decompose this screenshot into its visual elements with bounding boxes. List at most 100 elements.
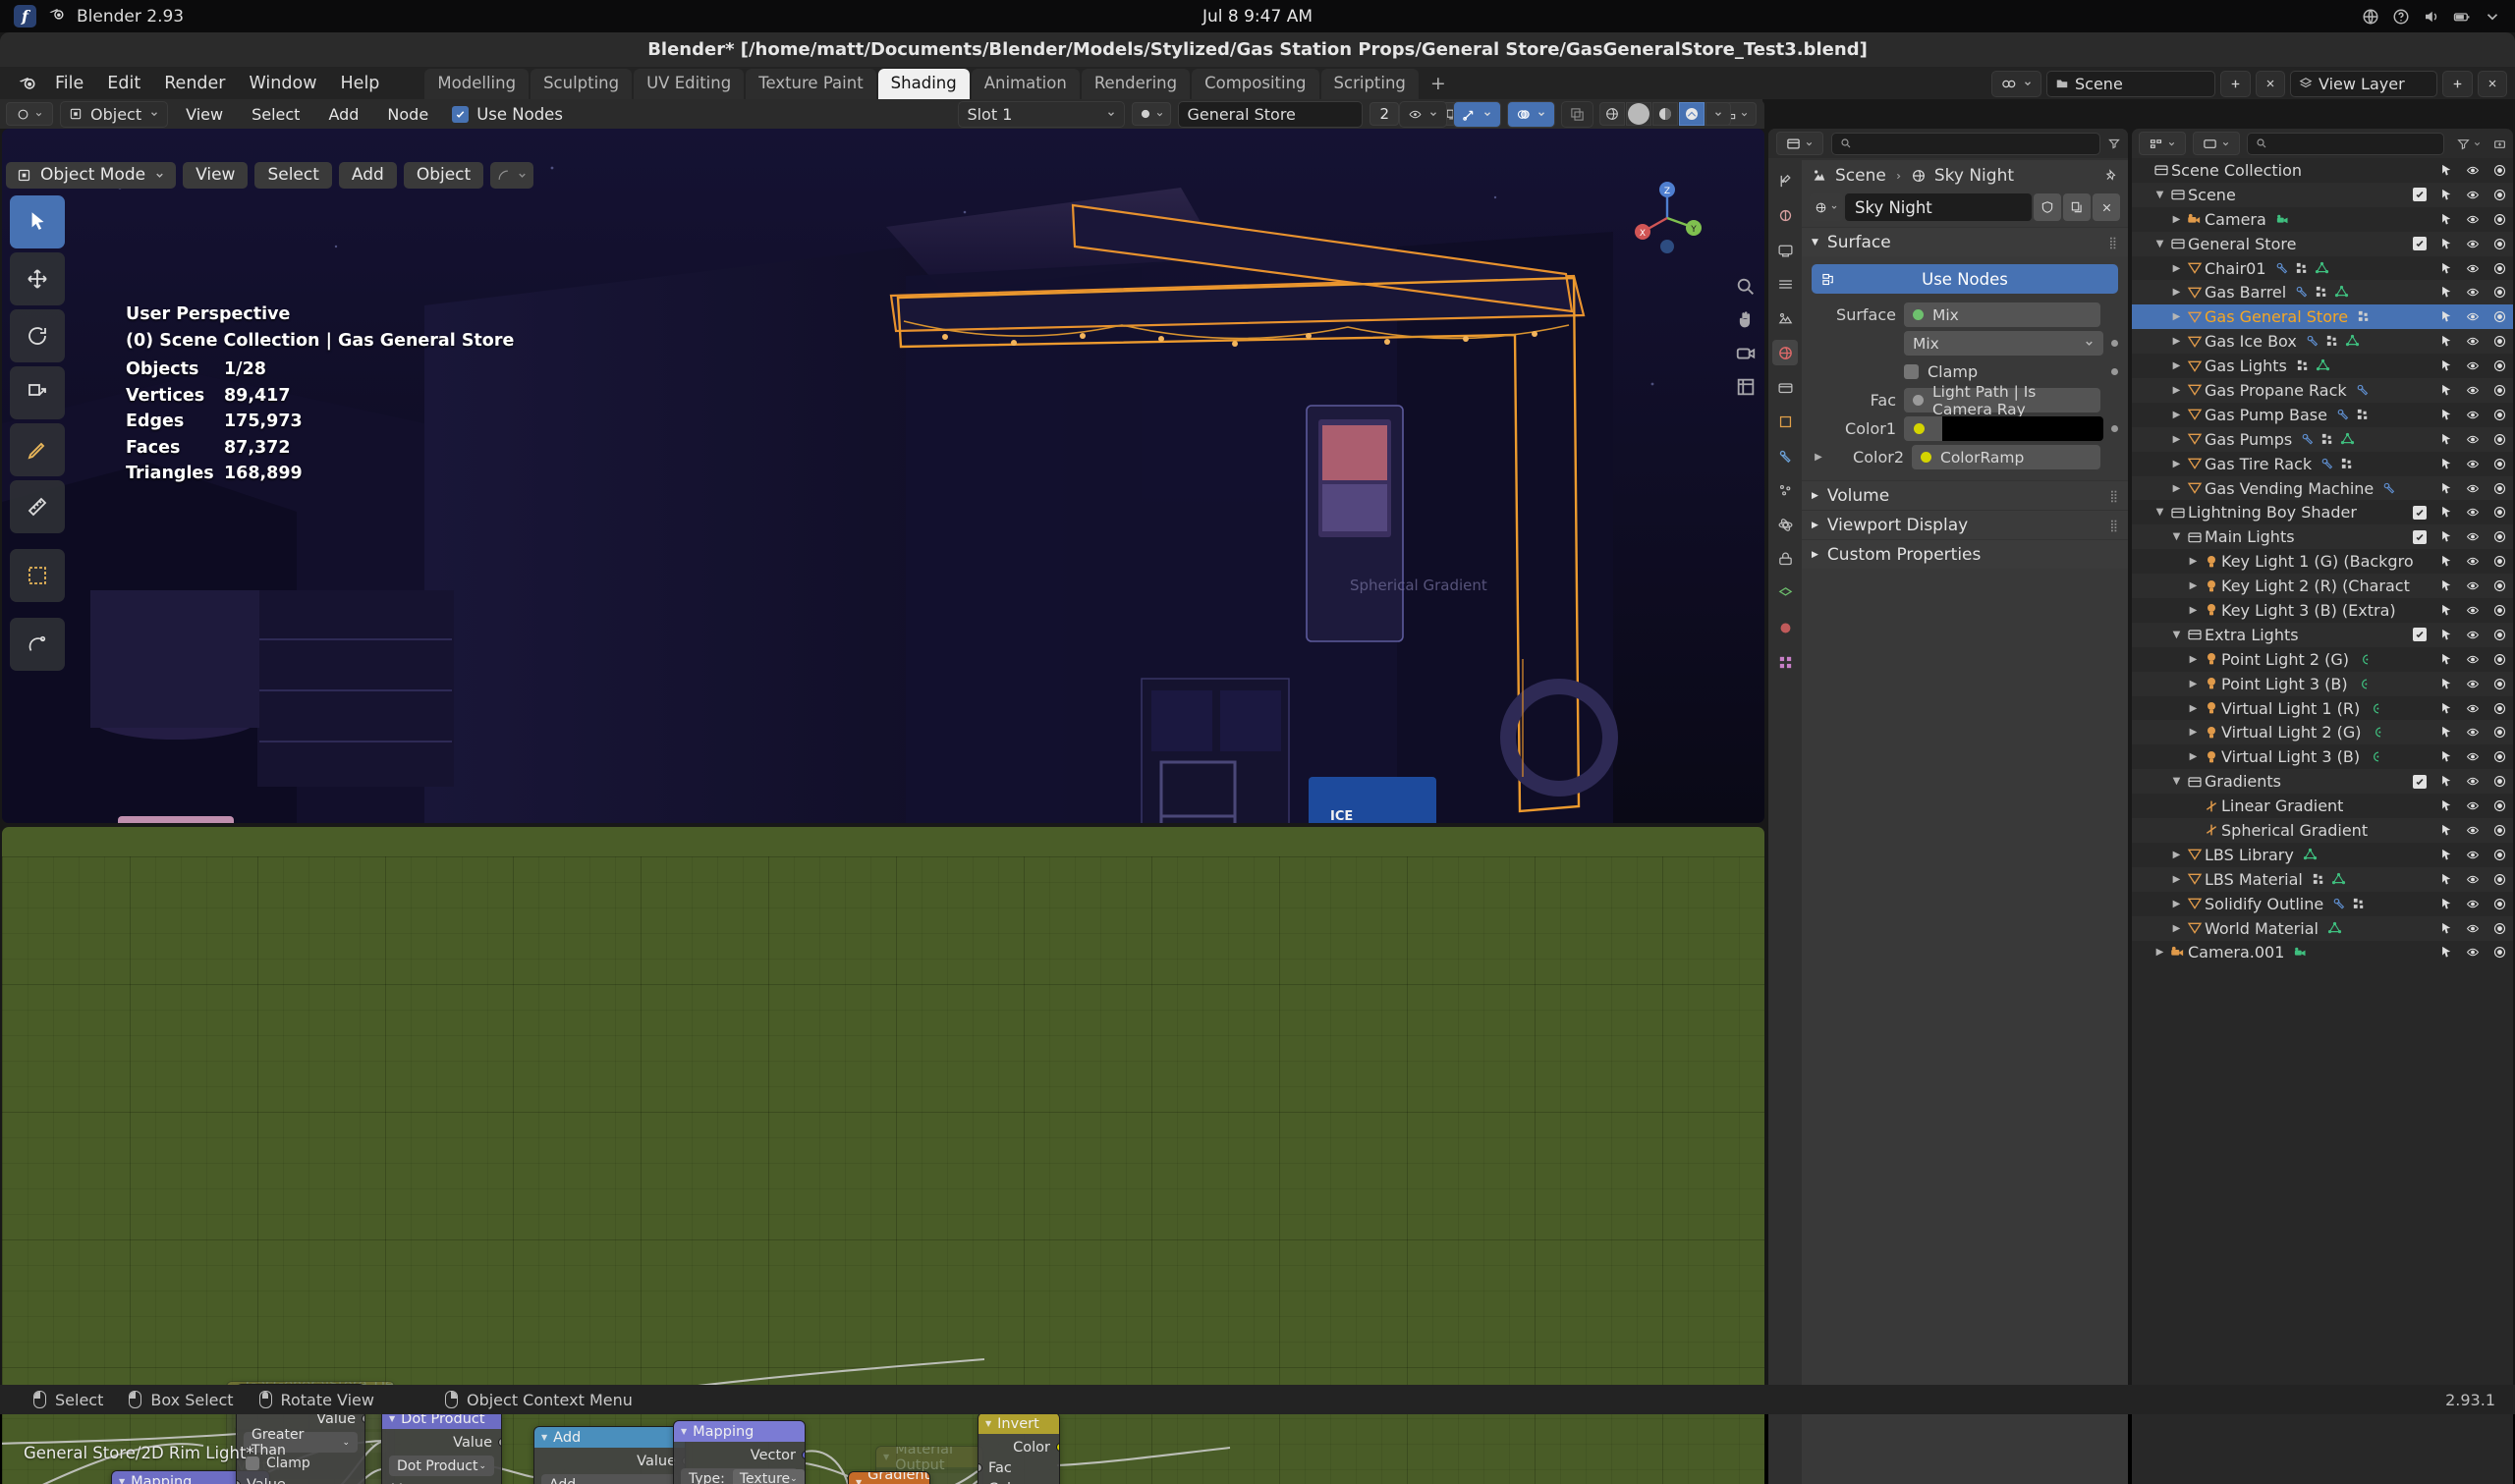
- disable-in-renders-icon[interactable]: [2491, 628, 2507, 642]
- node-input-fac[interactable]: Fac: [978, 1457, 1059, 1478]
- disable-in-renders-icon[interactable]: [2491, 798, 2507, 813]
- disable-in-renders-icon[interactable]: [2491, 383, 2507, 398]
- triangle-down-icon[interactable]: ▼: [2152, 507, 2167, 518]
- disable-in-renders-icon[interactable]: [2491, 749, 2507, 764]
- outliner-row[interactable]: Linear Gradient: [2132, 794, 2513, 818]
- outliner-new-collection-icon[interactable]: [2493, 137, 2506, 150]
- disable-in-renders-icon[interactable]: [2491, 725, 2507, 740]
- triangle-right-icon[interactable]: ▶: [2186, 654, 2201, 665]
- vector-socket-icon[interactable]: [802, 1451, 807, 1459]
- outliner-filter-button[interactable]: [2451, 132, 2487, 155]
- triangle-right-icon[interactable]: ▶: [2169, 483, 2184, 494]
- outliner-row[interactable]: ▶Solidify Outline: [2132, 892, 2513, 916]
- disable-in-renders-icon[interactable]: [2491, 285, 2507, 300]
- material-icon[interactable]: [2325, 334, 2340, 349]
- world-name-input[interactable]: Sky Night: [1845, 193, 2032, 221]
- ortho-toggle-icon[interactable]: [1735, 376, 1757, 398]
- tab-collection[interactable]: [1772, 374, 1798, 400]
- color1-swatch[interactable]: [1942, 416, 2103, 441]
- triangle-right-icon[interactable]: ▶: [2169, 360, 2184, 371]
- outliner-row[interactable]: ▶Gas Vending Machine: [2132, 476, 2513, 501]
- selectable-toggle-icon[interactable]: [2438, 848, 2454, 862]
- triangle-right-icon[interactable]: ▶: [2186, 556, 2201, 567]
- triangle-right-icon[interactable]: ▶: [2186, 727, 2201, 738]
- value-socket-icon[interactable]: [498, 1438, 503, 1447]
- grip-dots-icon[interactable]: ⣿: [2109, 519, 2118, 532]
- shader-menu-select[interactable]: Select: [241, 102, 310, 126]
- outliner-row[interactable]: Spherical Gradient: [2132, 818, 2513, 843]
- material-name-input[interactable]: General Store: [1178, 101, 1363, 128]
- hide-in-viewport-icon[interactable]: [2465, 409, 2481, 421]
- tool-annotate[interactable]: [10, 423, 65, 476]
- object-visibility-dropdown[interactable]: [1399, 101, 1447, 128]
- tab-data[interactable]: [1772, 580, 1798, 606]
- collapse-triangle-icon[interactable]: ▼: [389, 1414, 395, 1423]
- remove-view-layer-button[interactable]: [2478, 71, 2507, 97]
- selectable-toggle-icon[interactable]: [2438, 652, 2454, 667]
- modifier-icon[interactable]: [2336, 408, 2351, 422]
- scene-selector[interactable]: Scene: [2046, 71, 2215, 97]
- selectable-toggle-icon[interactable]: [2438, 921, 2454, 936]
- selectable-toggle-icon[interactable]: [2438, 261, 2454, 276]
- material-icon[interactable]: [2352, 897, 2367, 911]
- triangle-right-icon[interactable]: ▶: [2169, 874, 2184, 885]
- collapse-triangle-icon[interactable]: ▼: [119, 1477, 125, 1484]
- modifier-icon[interactable]: [2301, 432, 2316, 447]
- navigation-gizmo[interactable]: Z Y X: [1625, 176, 1709, 260]
- tab-modifiers[interactable]: [1772, 443, 1798, 468]
- material-browse-button[interactable]: [1132, 102, 1171, 126]
- material-users-count[interactable]: 2: [1369, 102, 1399, 126]
- disable-in-renders-icon[interactable]: [2491, 261, 2507, 276]
- outliner-row[interactable]: ▶Gas General Store: [2132, 304, 2513, 329]
- hide-in-viewport-icon[interactable]: [2465, 799, 2481, 812]
- shading-options-dropdown[interactable]: [1705, 102, 1731, 126]
- light-data-icon[interactable]: [2369, 749, 2383, 764]
- outliner-row[interactable]: ▶Key Light 3 (B) (Extra): [2132, 598, 2513, 623]
- outliner-row[interactable]: ▼Gradients: [2132, 769, 2513, 794]
- proportional-edit-dropdown[interactable]: [490, 162, 533, 189]
- node-invert[interactable]: ▼ Invert Color Fac: [978, 1412, 1060, 1484]
- camera-data-icon[interactable]: [2275, 212, 2290, 227]
- hide-in-viewport-icon[interactable]: [2465, 213, 2481, 226]
- mesh-data-icon[interactable]: [2316, 358, 2330, 373]
- disable-in-renders-icon[interactable]: [2491, 309, 2507, 324]
- disable-in-renders-icon[interactable]: [2491, 163, 2507, 178]
- collapse-triangle-icon[interactable]: ▼: [856, 1478, 862, 1484]
- hide-in-viewport-icon[interactable]: [2465, 653, 2481, 666]
- material-preview-button[interactable]: [1652, 102, 1678, 126]
- modifier-icon[interactable]: [2275, 261, 2290, 276]
- tab-modelling[interactable]: Modelling: [424, 69, 529, 99]
- hide-in-viewport-icon[interactable]: [2465, 458, 2481, 470]
- menu-window[interactable]: Window: [238, 70, 329, 97]
- selectable-toggle-icon[interactable]: [2438, 432, 2454, 447]
- collection-checkbox[interactable]: [2412, 237, 2428, 250]
- breadcrumb-scene[interactable]: Scene: [1835, 166, 1886, 186]
- panel-custom-properties-header[interactable]: ▶ Custom Properties: [1802, 539, 2128, 569]
- properties-editor-type-button[interactable]: [1776, 132, 1823, 155]
- selectable-toggle-icon[interactable]: [2438, 163, 2454, 178]
- tab-tool[interactable]: [1772, 168, 1798, 193]
- panel-volume-header[interactable]: ▶ Volume ⣿: [1802, 480, 2128, 510]
- object-mode-dropdown[interactable]: Object Mode: [6, 162, 176, 189]
- menu-help[interactable]: Help: [329, 70, 392, 97]
- disable-in-renders-icon[interactable]: [2491, 652, 2507, 667]
- material-icon[interactable]: [2356, 408, 2371, 422]
- outliner-row[interactable]: ▶Gas Pumps: [2132, 427, 2513, 452]
- outliner-search-input[interactable]: [2247, 133, 2444, 155]
- outliner-display-mode-dropdown[interactable]: [2193, 132, 2240, 155]
- tab-scripting[interactable]: Scripting: [1321, 69, 1419, 99]
- triangle-right-icon[interactable]: ▶: [2169, 923, 2184, 934]
- outliner-row[interactable]: ▶Virtual Light 1 (R): [2132, 696, 2513, 721]
- disable-in-renders-icon[interactable]: [2491, 505, 2507, 520]
- tab-uv-editing[interactable]: UV Editing: [634, 69, 744, 99]
- triangle-down-icon[interactable]: ▼: [2169, 630, 2184, 640]
- value-socket-icon[interactable]: [236, 1480, 241, 1484]
- disable-in-renders-icon[interactable]: [2491, 237, 2507, 251]
- outliner-row[interactable]: ▶Gas Propane Rack: [2132, 378, 2513, 403]
- disable-in-renders-icon[interactable]: [2491, 212, 2507, 227]
- node-header[interactable]: ▼ Gradient Texture: [849, 1472, 929, 1484]
- hide-in-viewport-icon[interactable]: [2465, 898, 2481, 910]
- animate-dot-icon[interactable]: [2111, 368, 2118, 375]
- hide-in-viewport-icon[interactable]: [2465, 604, 2481, 617]
- mesh-data-icon[interactable]: [2315, 261, 2329, 276]
